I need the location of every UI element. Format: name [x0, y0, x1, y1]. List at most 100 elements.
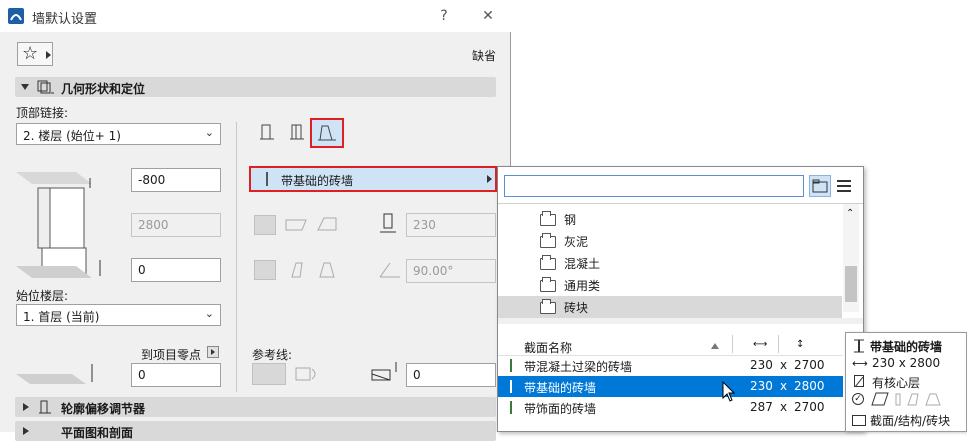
- size-separator: x: [780, 358, 788, 372]
- folder-label: 灰泥: [564, 235, 589, 249]
- material-swatch: [510, 401, 512, 414]
- structure-basic-icon[interactable]: [254, 215, 276, 235]
- tooltip-title: 带基础的砖墙: [870, 340, 943, 354]
- material-width: 230: [750, 379, 773, 393]
- section-geometry[interactable]: 几何形状和定位: [15, 77, 496, 97]
- folder-item[interactable]: 钢: [498, 208, 842, 230]
- material-list-row[interactable]: 带混凝土过梁的砖墙 230 x 2700: [498, 355, 843, 376]
- folder-scrollbar[interactable]: ⌃: [843, 204, 859, 312]
- ref-offset-icon: [370, 360, 398, 382]
- material-list-row[interactable]: 带基础的砖墙 230 x 2800: [498, 376, 843, 397]
- folder-icon: [540, 233, 556, 248]
- material-swatch: [266, 172, 268, 186]
- vertical-divider: [236, 122, 237, 392]
- thickness-input[interactable]: 230: [406, 213, 496, 237]
- folder-label: 混凝土: [564, 257, 601, 271]
- material-list-row[interactable]: 带饰面的砖墙 287 x 2700: [498, 397, 843, 418]
- project-zero-input[interactable]: 0: [131, 363, 221, 387]
- home-story-value: 1. 首层 (当前): [23, 310, 100, 324]
- material-value: 带基础的砖墙: [281, 174, 354, 188]
- window-title: 墙默认设置: [32, 12, 98, 27]
- folder-label: 钢: [564, 213, 577, 227]
- wall-profile-icon[interactable]: [310, 118, 344, 148]
- geometry-icon: [37, 79, 55, 95]
- building-material-select[interactable]: 带基础的砖墙: [249, 166, 497, 192]
- list-view-icon[interactable]: [834, 177, 854, 195]
- folder-tree: 钢灰泥混凝土通用类砖块: [498, 204, 843, 318]
- scroll-up-icon[interactable]: ⌃: [846, 208, 854, 219]
- project-zero-diagram: [16, 360, 106, 390]
- chevron-right-icon: [487, 175, 492, 183]
- item-tooltip: 带基础的砖墙 ⟷ 230 x 2800 有核心层 ✓ 截面/结构/砖块: [845, 332, 967, 432]
- section-profile[interactable]: 轮廓偏移调节器: [15, 397, 496, 417]
- folder-label: 砖块: [564, 301, 589, 315]
- structure-shapes-icon: [870, 391, 960, 407]
- folder-icon: [852, 415, 866, 426]
- section-plan-label: 平面图和剖面: [61, 426, 134, 440]
- wall-height-diagram: [16, 166, 106, 286]
- expand-down-icon: [21, 84, 29, 90]
- folder-item[interactable]: 通用类: [498, 274, 842, 296]
- folder-list-separator: [498, 318, 863, 324]
- default-label: 缺省: [472, 49, 497, 63]
- sort-up-icon[interactable]: [711, 343, 719, 349]
- favorites-button[interactable]: ☆: [17, 42, 53, 66]
- slant-single-icon[interactable]: [284, 259, 312, 281]
- ref-line-rotate-icon[interactable]: [292, 363, 320, 385]
- material-height: 2800: [794, 379, 825, 393]
- thickness-icon: [376, 212, 404, 234]
- chevron-down-icon: ⌄: [204, 307, 214, 320]
- core-icon: [854, 375, 864, 388]
- wall-straight-icon[interactable]: [254, 121, 282, 143]
- wall-height-input[interactable]: 2800: [131, 213, 221, 237]
- slant-double-icon[interactable]: [314, 259, 342, 281]
- width-arrow-icon: ⟷: [852, 357, 868, 370]
- search-input[interactable]: [504, 175, 804, 197]
- folder-icon: [540, 277, 556, 292]
- material-height: 2700: [794, 400, 825, 414]
- material-swatch: [510, 380, 512, 393]
- height-column-icon[interactable]: ↕: [796, 339, 804, 350]
- close-button[interactable]: ✕: [478, 6, 498, 26]
- scroll-thumb[interactable]: [845, 266, 857, 302]
- size-separator: x: [780, 400, 788, 414]
- project-zero-menu-icon[interactable]: [207, 346, 219, 358]
- home-story-select[interactable]: 1. 首层 (当前) ⌄: [16, 304, 221, 326]
- ref-line-label: 参考线:: [252, 348, 293, 362]
- item-list: 带混凝土过梁的砖墙 230 x 2700 带基础的砖墙 230 x 2800 带饰面的砖墙 287…: [498, 353, 843, 419]
- wall-trapezoid-icon[interactable]: [284, 121, 312, 143]
- structure-profile-icon[interactable]: [314, 214, 342, 236]
- folder-icon: [540, 299, 556, 314]
- check-circle-icon: ✓: [852, 393, 864, 405]
- help-button[interactable]: ?: [434, 6, 454, 26]
- title-bar: 墙默认设置 ? ✕: [0, 0, 511, 32]
- header-divider: [732, 335, 733, 353]
- folder-view-icon[interactable]: [809, 175, 831, 197]
- top-link-label: 顶部链接:: [16, 106, 69, 120]
- angle-input[interactable]: 90.00°: [406, 259, 496, 283]
- section-plan[interactable]: 平面图和剖面: [15, 421, 496, 441]
- material-picker-popup: 钢灰泥 混凝土 通用类 砖块 ⌃ 截面名称 ⟷ ↕ 带混凝土过梁的砖墙 230 x 2700…: [497, 166, 864, 432]
- folder-label: 通用类: [564, 279, 601, 293]
- header-divider: [778, 335, 779, 353]
- structure-composite-icon[interactable]: [284, 214, 312, 236]
- tooltip-size: 230 x 2800: [872, 356, 941, 370]
- top-link-select[interactable]: 2. 楼层 (始位+ 1) ⌄: [16, 123, 221, 145]
- top-link-value: 2. 楼层 (始位+ 1): [23, 129, 121, 143]
- top-offset-input[interactable]: -800: [131, 168, 221, 192]
- material-width: 230: [750, 358, 773, 372]
- folder-item[interactable]: 砖块: [498, 296, 842, 318]
- wall-profile-icon: [852, 339, 866, 353]
- bottom-offset-input[interactable]: 0: [131, 258, 221, 282]
- folder-icon: [540, 255, 556, 270]
- tooltip-path: 截面/结构/砖块: [870, 414, 951, 428]
- wall-settings-dialog: 墙默认设置 ? ✕ ☆ 缺省 几何形状和定位 顶部链接: 2. 楼层 (始位+ …: [0, 0, 511, 441]
- width-column-icon[interactable]: ⟷: [753, 339, 767, 350]
- ref-line-outside-icon[interactable]: [252, 363, 286, 385]
- chevron-right-icon: [46, 51, 51, 59]
- folder-item[interactable]: 混凝土: [498, 252, 842, 274]
- folder-icon: [540, 211, 556, 226]
- folder-item[interactable]: 灰泥: [498, 230, 842, 252]
- slant-none-icon[interactable]: [254, 260, 276, 280]
- ref-offset-input[interactable]: 0: [406, 363, 496, 387]
